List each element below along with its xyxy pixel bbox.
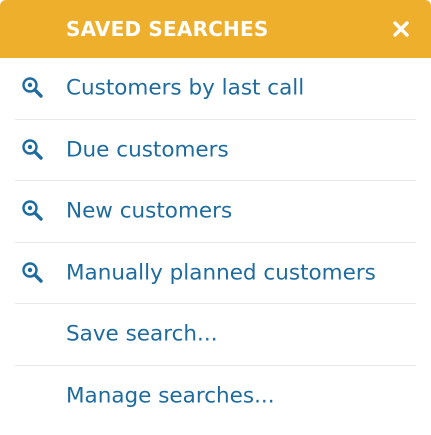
panel-header: SAVED SEARCHES [0,0,431,58]
saved-search-item[interactable]: Due customers [15,120,416,181]
saved-search-item[interactable]: New customers [15,181,416,243]
saved-search-item[interactable]: Customers by last call [15,58,416,120]
saved-search-item[interactable]: Manually planned customers [15,243,416,304]
saved-search-label: Due customers [66,137,229,163]
search-icon [22,262,43,283]
close-button[interactable] [389,17,413,41]
manage-searches-button[interactable]: Manage searches... [15,366,416,428]
save-search-button[interactable]: Save search... [15,304,416,366]
manage-searches-label: Manage searches... [66,383,275,409]
saved-searches-panel: SAVED SEARCHES Customers by last call Du… [0,0,431,435]
search-icon [22,200,43,221]
saved-search-label: New customers [66,198,233,224]
search-icon [22,77,43,98]
search-icon [22,139,43,160]
save-search-label: Save search... [66,321,218,347]
close-icon [393,21,409,37]
saved-search-label: Manually planned customers [66,260,376,286]
saved-searches-list: Customers by last call Due customers New… [15,58,416,427]
panel-title: SAVED SEARCHES [66,17,269,41]
saved-search-label: Customers by last call [66,75,305,101]
